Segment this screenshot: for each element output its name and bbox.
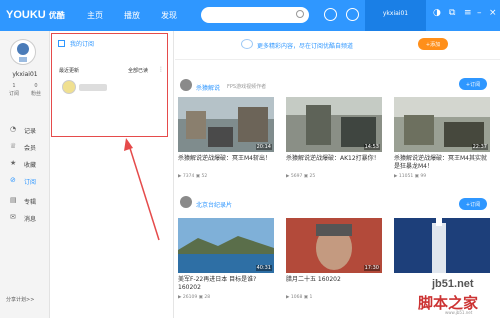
video-duration: 14:53 (363, 144, 380, 150)
channel-desc: FPS游戏视频作者 (227, 84, 267, 90)
watermark-sub: www.jb51.net (445, 310, 473, 315)
channel-name[interactable]: 杀猿解说 (196, 83, 220, 92)
video-thumbnail[interactable] (394, 218, 490, 273)
video-meta: ▶ 7374 ▣ 52 (178, 174, 208, 179)
video-thumbnail[interactable]: 22:37 (394, 97, 490, 152)
subscribe-button[interactable]: +订阅 (459, 78, 487, 90)
video-meta: ▶ 26109 ▣ 28 (178, 295, 211, 300)
view-count: 26109 (182, 295, 198, 300)
video-duration: 40:31 (255, 265, 272, 271)
channel-avatar[interactable] (180, 79, 192, 91)
subscribe-banner: 更多精彩内容，尽在订阅优酷自频道 (175, 31, 500, 60)
channel-name[interactable]: 北京台纪录片 (196, 200, 232, 209)
video-duration: 20:14 (255, 144, 272, 150)
view-count: 7374 (182, 174, 195, 179)
subscribe-button[interactable]: +订阅 (459, 198, 487, 210)
video-meta: ▶ 1068 ▣ 1 (286, 295, 313, 300)
video-thumbnail[interactable]: 20:14 (178, 97, 274, 152)
add-subscription-button[interactable]: +添加 (418, 38, 448, 50)
comment-count: 1 (309, 295, 313, 300)
banner-text: 更多精彩内容，尽在订阅优酷自频道 (257, 43, 354, 50)
cloud-icon (241, 39, 253, 49)
comment-count: 25 (309, 174, 316, 179)
video-thumbnail[interactable]: 17:30 (286, 218, 382, 273)
comment-count: 52 (201, 174, 208, 179)
video-title[interactable]: 杀猿解说逆战爆破：AK12打暴你！ (286, 155, 382, 163)
video-title[interactable]: 杀猿解说逆战爆破：冥王M4斩出！ (178, 155, 274, 163)
video-duration: 22:37 (471, 144, 488, 150)
channel-avatar[interactable] (180, 196, 192, 208)
view-count: 5697 (290, 174, 303, 179)
video-title[interactable]: 腊月二十五 160202 (286, 276, 382, 284)
view-count: 11051 (398, 174, 414, 179)
comment-count: 99 (420, 174, 427, 179)
video-title[interactable]: 杀猿解说逆战爆破：冥王M4其实就是狂暴龙M4！ (394, 155, 490, 171)
video-meta: ▶ 11051 ▣ 99 (394, 174, 427, 179)
video-meta: ▶ 5697 ▣ 25 (286, 174, 316, 179)
video-duration: 17:30 (363, 265, 380, 271)
watermark-site: jb51.net (432, 278, 474, 290)
comment-count: 28 (204, 295, 211, 300)
video-thumbnail[interactable]: 14:53 (286, 97, 382, 152)
video-title[interactable]: 美军F-22再进日本 目标是谁? 160202 (178, 276, 274, 292)
video-thumbnail[interactable]: 40:31 (178, 218, 274, 273)
view-count: 1068 (290, 295, 303, 300)
